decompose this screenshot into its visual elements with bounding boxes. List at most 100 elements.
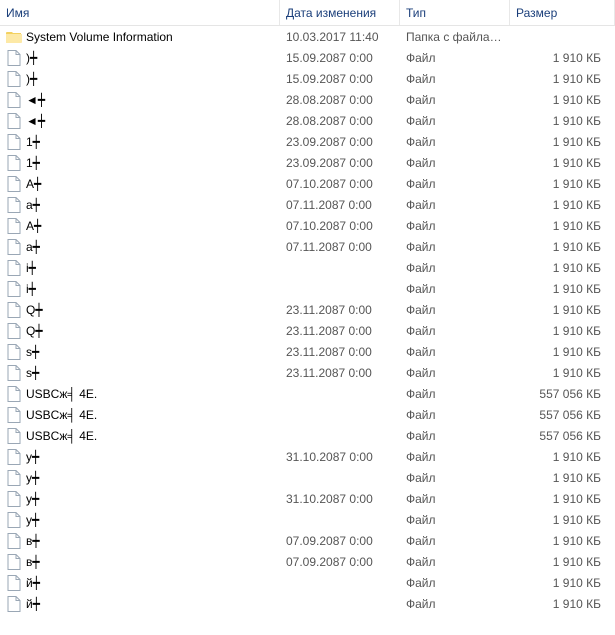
cell-size: 1 910 КБ [510, 303, 615, 317]
column-header-name[interactable]: Имя [0, 0, 280, 25]
table-row[interactable]: i┿Файл1 910 КБ [0, 257, 615, 278]
file-name: i┿ [26, 282, 36, 296]
table-row[interactable]: у┿Файл1 910 КБ [0, 467, 615, 488]
cell-size: 1 910 КБ [510, 597, 615, 611]
table-row[interactable]: Q┿23.11.2087 0:00Файл1 910 КБ [0, 299, 615, 320]
table-row[interactable]: А┿07.10.2087 0:00Файл1 910 КБ [0, 215, 615, 236]
file-icon [6, 386, 22, 402]
cell-size: 1 910 КБ [510, 492, 615, 506]
table-row[interactable]: USBCж╡ 4Е.Файл557 056 КБ [0, 404, 615, 425]
column-header-date[interactable]: Дата изменения [280, 0, 400, 25]
table-row[interactable]: )┿15.09.2087 0:00Файл1 910 КБ [0, 68, 615, 89]
file-icon [6, 491, 22, 507]
cell-name: 1┿ [0, 155, 280, 171]
file-icon [6, 407, 22, 423]
table-row[interactable]: в┿07.09.2087 0:00Файл1 910 КБ [0, 530, 615, 551]
cell-name: USBCж╡ 4Е. [0, 407, 280, 423]
cell-name: s┿ [0, 344, 280, 360]
cell-size: 1 910 КБ [510, 156, 615, 170]
file-name: у┿ [26, 492, 39, 506]
cell-date: 10.03.2017 11:40 [280, 30, 400, 44]
cell-type: Файл [400, 345, 510, 359]
column-header-size[interactable]: Размер [510, 0, 615, 25]
table-row[interactable]: i┿Файл1 910 КБ [0, 278, 615, 299]
cell-type: Файл [400, 387, 510, 401]
table-row[interactable]: а┿07.11.2087 0:00Файл1 910 КБ [0, 194, 615, 215]
cell-date: 07.09.2087 0:00 [280, 555, 400, 569]
table-row[interactable]: USBCж╡ 4Е.Файл557 056 КБ [0, 383, 615, 404]
cell-date: 15.09.2087 0:00 [280, 72, 400, 86]
cell-type: Файл [400, 198, 510, 212]
cell-date: 28.08.2087 0:00 [280, 114, 400, 128]
file-name: System Volume Information [26, 30, 173, 44]
cell-type: Файл [400, 303, 510, 317]
cell-type: Файл [400, 135, 510, 149]
cell-date: 15.09.2087 0:00 [280, 51, 400, 65]
table-row[interactable]: USBCж╡ 4Е.Файл557 056 КБ [0, 425, 615, 446]
table-row[interactable]: у┿31.10.2087 0:00Файл1 910 КБ [0, 488, 615, 509]
cell-name: )┿ [0, 71, 280, 87]
column-header-type[interactable]: Тип [400, 0, 510, 25]
table-row[interactable]: ◄┿28.08.2087 0:00Файл1 910 КБ [0, 89, 615, 110]
file-icon [6, 449, 22, 465]
cell-name: у┿ [0, 470, 280, 486]
file-icon [6, 428, 22, 444]
file-icon [6, 323, 22, 339]
table-row[interactable]: й┿Файл1 910 КБ [0, 593, 615, 614]
cell-size: 1 910 КБ [510, 324, 615, 338]
file-name: ◄┿ [26, 93, 45, 107]
cell-name: а┿ [0, 197, 280, 213]
file-name: ◄┿ [26, 114, 45, 128]
table-row[interactable]: 1┿23.09.2087 0:00Файл1 910 КБ [0, 152, 615, 173]
table-row[interactable]: й┿Файл1 910 КБ [0, 572, 615, 593]
cell-date: 23.11.2087 0:00 [280, 324, 400, 338]
file-icon [6, 344, 22, 360]
table-row[interactable]: 1┿23.09.2087 0:00Файл1 910 КБ [0, 131, 615, 152]
file-icon [6, 512, 22, 528]
cell-date: 07.10.2087 0:00 [280, 177, 400, 191]
table-row[interactable]: А┿07.10.2087 0:00Файл1 910 КБ [0, 173, 615, 194]
table-row[interactable]: у┿31.10.2087 0:00Файл1 910 КБ [0, 446, 615, 467]
table-row[interactable]: )┿15.09.2087 0:00Файл1 910 КБ [0, 47, 615, 68]
cell-type: Файл [400, 240, 510, 254]
file-icon [6, 575, 22, 591]
cell-date: 31.10.2087 0:00 [280, 450, 400, 464]
file-icon [6, 50, 22, 66]
table-row[interactable]: Q┿23.11.2087 0:00Файл1 910 КБ [0, 320, 615, 341]
cell-type: Папка с файлами [400, 30, 510, 44]
table-row[interactable]: s┿23.11.2087 0:00Файл1 910 КБ [0, 362, 615, 383]
table-row[interactable]: у┿Файл1 910 КБ [0, 509, 615, 530]
folder-icon [6, 29, 22, 45]
cell-date: 31.10.2087 0:00 [280, 492, 400, 506]
file-icon [6, 71, 22, 87]
table-row[interactable]: ◄┿28.08.2087 0:00Файл1 910 КБ [0, 110, 615, 131]
cell-type: Файл [400, 219, 510, 233]
cell-name: в┿ [0, 533, 280, 549]
cell-name: s┿ [0, 365, 280, 381]
file-name: в┿ [26, 555, 40, 569]
file-icon [6, 155, 22, 171]
cell-type: Файл [400, 555, 510, 569]
cell-date: 23.11.2087 0:00 [280, 366, 400, 380]
column-header-row: Имя Дата изменения Тип Размер [0, 0, 615, 26]
cell-type: Файл [400, 177, 510, 191]
cell-date: 07.11.2087 0:00 [280, 198, 400, 212]
cell-size: 1 910 КБ [510, 72, 615, 86]
cell-date: 07.09.2087 0:00 [280, 534, 400, 548]
cell-type: Файл [400, 324, 510, 338]
table-row[interactable]: а┿07.11.2087 0:00Файл1 910 КБ [0, 236, 615, 257]
cell-type: Файл [400, 114, 510, 128]
table-row[interactable]: System Volume Information 10.03.2017 11:4… [0, 26, 615, 47]
cell-name: А┿ [0, 218, 280, 234]
cell-date: 28.08.2087 0:00 [280, 93, 400, 107]
cell-date: 23.11.2087 0:00 [280, 345, 400, 359]
cell-name: в┿ [0, 554, 280, 570]
cell-size: 1 910 КБ [510, 51, 615, 65]
file-icon [6, 365, 22, 381]
file-name: А┿ [26, 219, 41, 233]
cell-date: 23.11.2087 0:00 [280, 303, 400, 317]
cell-type: Файл [400, 534, 510, 548]
table-row[interactable]: s┿23.11.2087 0:00Файл1 910 КБ [0, 341, 615, 362]
cell-name: Q┿ [0, 302, 280, 318]
table-row[interactable]: в┿07.09.2087 0:00Файл1 910 КБ [0, 551, 615, 572]
